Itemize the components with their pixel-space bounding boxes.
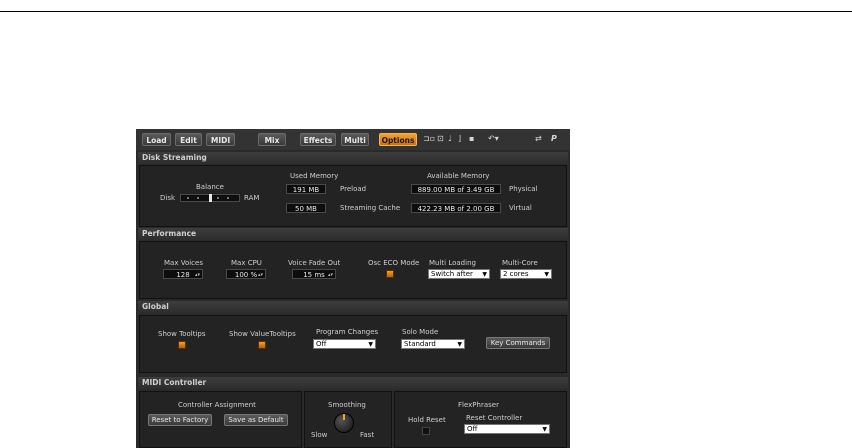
show-value-tooltips-checkbox[interactable] <box>258 341 266 349</box>
performance-header: Performance <box>138 228 568 240</box>
max-voices-field[interactable]: 128 ▴▾ <box>163 269 203 279</box>
osc-eco-mode-label: Osc ECO Mode <box>368 259 420 267</box>
balance-label: Balance <box>196 183 224 191</box>
solo-mode-label: Solo Mode <box>402 328 439 336</box>
program-changes-value: Off <box>316 340 327 348</box>
effects-button[interactable]: Effects <box>300 133 336 146</box>
performance-icon[interactable]: P <box>551 134 557 144</box>
balance-slider-thumb[interactable] <box>209 194 212 202</box>
fast-label: Fast <box>360 431 375 439</box>
chevron-down-icon: ▼ <box>482 271 487 278</box>
multi-loading-dropdown[interactable]: Switch after ▼ <box>428 269 490 279</box>
multi-loading-value: Switch after <box>431 270 473 278</box>
osc-eco-mode-checkbox[interactable] <box>386 270 394 278</box>
controller-assignment-label: Controller Assignment <box>178 401 256 409</box>
reset-controller-value: Off <box>467 425 478 433</box>
multi-loading-label: Multi Loading <box>429 259 476 267</box>
mix-button[interactable]: Mix <box>258 133 286 146</box>
disk-streaming-header: Disk Streaming <box>138 152 568 164</box>
connect-icon[interactable]: ⇄ <box>535 134 542 144</box>
spin-arrows-icon[interactable]: ▴▾ <box>195 270 200 280</box>
edit-button[interactable]: Edit <box>175 133 202 146</box>
key-commands-button[interactable]: Key Commands <box>486 337 550 349</box>
used-memory-label: Used Memory <box>290 172 339 180</box>
multi-core-label: Multi-Core <box>502 259 538 267</box>
available-memory-label: Available Memory <box>427 172 490 180</box>
top-divider <box>0 11 852 12</box>
voice-fade-out-value: 15 ms <box>303 271 325 279</box>
balance-slider[interactable] <box>180 194 240 202</box>
save-as-default-button[interactable]: Save as Default <box>224 414 288 426</box>
smoothing-knob[interactable] <box>334 413 354 433</box>
max-voices-label: Max Voices <box>164 259 203 267</box>
program-changes-dropdown[interactable]: Off ▼ <box>313 339 376 349</box>
disk-label: Disk <box>160 194 176 202</box>
bracket-icon[interactable]: ⌋ <box>458 134 461 144</box>
spin-arrows-icon[interactable]: ▴▾ <box>258 270 263 280</box>
chevron-down-icon: ▼ <box>368 341 373 348</box>
solo-mode-value: Standard <box>404 340 436 348</box>
max-cpu-label: Max CPU <box>231 259 262 267</box>
ram-label: RAM <box>244 194 260 202</box>
multi-button[interactable]: Multi <box>341 133 369 146</box>
toolbar: Load Edit MIDI Mix Effects Multi Options… <box>136 129 570 150</box>
streaming-cache-value: 50 MB <box>286 203 326 213</box>
show-value-tooltips-label: Show ValueTooltips <box>229 330 296 338</box>
streaming-cache-label: Streaming Cache <box>340 204 401 212</box>
show-tooltips-label: Show Tooltips <box>158 330 206 338</box>
undo-icon[interactable]: ↶▾ <box>488 134 499 144</box>
options-panel: Load Edit MIDI Mix Effects Multi Options… <box>136 129 570 448</box>
load-button[interactable]: Load <box>142 133 171 146</box>
virtual-value: 422.23 MB of 2.00 GB <box>411 203 501 213</box>
global-header: Global <box>138 301 568 313</box>
midi-note-icon[interactable]: ♩ <box>448 134 452 144</box>
physical-label: Physical <box>509 185 538 193</box>
multi-core-dropdown[interactable]: 2 cores ▼ <box>500 269 552 279</box>
lock-icon[interactable]: ▪ <box>469 134 474 144</box>
reset-controller-label: Reset Controller <box>466 414 523 422</box>
physical-value: 889.00 MB of 3.49 GB <box>411 184 501 194</box>
max-cpu-value: 100 % <box>234 271 258 279</box>
chevron-down-icon: ▼ <box>542 426 547 433</box>
chevron-down-icon: ▼ <box>457 341 462 348</box>
preload-value: 191 MB <box>286 184 326 194</box>
max-voices-value: 128 <box>176 271 190 279</box>
hold-reset-checkbox[interactable] <box>422 427 430 435</box>
reset-to-factory-button[interactable]: Reset to Factory <box>148 414 212 426</box>
midi-button[interactable]: MIDI <box>206 133 235 146</box>
flexphraser-label: FlexPhraser <box>458 401 499 409</box>
show-tooltips-checkbox[interactable] <box>178 341 186 349</box>
max-cpu-field[interactable]: 100 % ▴▾ <box>226 269 266 279</box>
preload-label: Preload <box>340 185 367 193</box>
multi-core-value: 2 cores <box>503 270 529 278</box>
options-button[interactable]: Options <box>379 133 417 146</box>
hold-reset-label: Hold Reset <box>408 416 446 424</box>
midi-controller-header: MIDI Controller <box>138 377 568 389</box>
virtual-label: Virtual <box>509 204 532 212</box>
solo-mode-dropdown[interactable]: Standard ▼ <box>401 339 465 349</box>
voice-fade-out-field[interactable]: 15 ms ▴▾ <box>292 269 336 279</box>
voice-fade-out-label: Voice Fade Out <box>288 259 341 267</box>
layout-icon[interactable]: ⊡ <box>437 134 444 144</box>
program-changes-label: Program Changes <box>316 328 379 336</box>
reset-controller-dropdown[interactable]: Off ▼ <box>464 424 550 434</box>
slow-label: Slow <box>311 431 328 439</box>
spin-arrows-icon[interactable]: ▴▾ <box>328 270 333 280</box>
chevron-down-icon: ▼ <box>544 271 549 278</box>
load-plugin-icon[interactable]: ⊐▫ <box>423 134 435 144</box>
smoothing-label: Smoothing <box>328 401 366 409</box>
